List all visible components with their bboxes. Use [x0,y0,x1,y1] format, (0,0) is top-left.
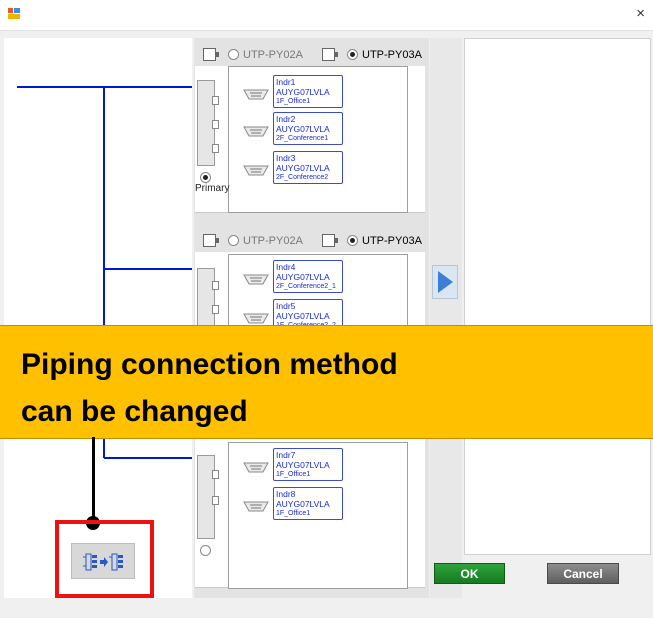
group-3-radio[interactable] [200,545,211,556]
ok-button[interactable]: OK [434,563,505,584]
unit-location: 2F_Conference2_1 [276,283,336,290]
cassette-unit-icon [243,89,269,100]
option-label: UTP-PY03A [362,234,422,247]
cassette-unit-icon [243,462,269,473]
branch-port [212,120,219,129]
option-utp-py03a[interactable]: UTP-PY03A [322,234,422,247]
unit-card[interactable]: Indr2 AUYG07LVLA 2F_Conference1 [273,112,343,145]
indoor-unit-list: Indr4 AUYG07LVLA 2F_Conference2_1 Indr5 … [228,254,408,332]
title-bar: × [0,0,653,31]
cassette-unit-icon [243,313,269,324]
callout-line-2: can be changed [21,395,248,428]
piping-diagram-panel [4,38,192,598]
branch-port [212,96,219,105]
indoor-unit[interactable]: Indr4 AUYG07LVLA 2F_Conference2_1 [229,260,389,294]
option-utp-py02a[interactable]: UTP-PY02A [203,234,303,247]
branch-box [197,455,219,539]
branch-kit-icon [322,234,338,247]
branch-box [197,268,219,332]
unit-name: Indr2 [276,114,296,124]
option-label: UTP-PY02A [243,48,303,61]
callout-text: Piping connection method can be changed [21,341,641,435]
indoor-unit[interactable]: Indr7 AUYG07LVLA 1F_Office1 [229,448,389,482]
unit-name: Indr8 [276,489,296,499]
indoor-unit[interactable]: Indr8 AUYG07LVLA 1F_Office1 [229,487,389,521]
option-label: UTP-PY02A [243,234,303,247]
branch-port [212,496,219,505]
branch-group-2: UTP-PY02A UTP-PY03A Indr4 AUYG07LVLA 2F_… [195,230,425,332]
app-icon [8,8,20,19]
move-right-button[interactable] [432,265,458,299]
unit-card[interactable]: Indr7 AUYG07LVLA 1F_Office1 [273,448,343,481]
transfer-strip [430,38,462,598]
piping-switch-button[interactable] [71,543,135,579]
cassette-unit-icon [243,165,269,176]
branch-kit-selector: UTP-PY02A UTP-PY03A [195,230,425,252]
indoor-unit-list: Indr1 AUYG07LVLA 1F_Office1 Indr2 AUYG07… [228,66,408,213]
unit-model: AUYG07LVLA [276,124,330,134]
unit-location: 2F_Conference1 [276,135,329,142]
unit-location: 1F_Office1 [276,471,311,478]
cassette-unit-icon [243,274,269,285]
unit-name: Indr7 [276,450,296,460]
branch-box [197,80,219,166]
close-button[interactable]: × [636,6,645,22]
unit-location: 1F_Office1 [276,510,311,517]
indoor-unit[interactable]: Indr2 AUYG07LVLA 2F_Conference1 [229,112,389,146]
indoor-unit[interactable]: Indr1 AUYG07LVLA 1F_Office1 [229,75,389,109]
unit-model: AUYG07LVLA [276,272,330,282]
unit-card[interactable]: Indr8 AUYG07LVLA 1F_Office1 [273,487,343,520]
branch-port [212,144,219,153]
option-utp-py02a[interactable]: UTP-PY02A [203,48,303,61]
unit-model: AUYG07LVLA [276,460,330,470]
unit-model: AUYG07LVLA [276,163,330,173]
unit-model: AUYG07LVLA [276,87,330,97]
branch-kit-selector: UTP-PY02A UTP-PY03A [195,44,425,66]
radio-button[interactable] [228,49,239,60]
selection-panel [464,38,651,555]
unit-location: 2F_Conference2 [276,174,329,181]
primary-label: Primary [195,183,230,194]
cancel-button[interactable]: Cancel [547,563,619,584]
branch-kit-icon [203,48,219,61]
unit-card[interactable]: Indr4 AUYG07LVLA 2F_Conference2_1 [273,260,343,293]
unit-name: Indr3 [276,153,296,163]
piping-lines [17,86,192,459]
branch-group-1: UTP-PY02A UTP-PY03A Indr1 AUYG07LVLA 1F_… [195,44,425,213]
branch-kit-icon [322,48,338,61]
branch-port [212,281,219,290]
unit-model: AUYG07LVLA [276,311,330,321]
primary-radio[interactable] [200,172,211,183]
radio-button[interactable] [347,235,358,246]
radio-button[interactable] [228,235,239,246]
branch-port [212,470,219,479]
unit-card[interactable]: Indr1 AUYG07LVLA 1F_Office1 [273,75,343,108]
option-label: UTP-PY03A [362,48,422,61]
play-arrow-icon [438,271,453,293]
callout-leader-line [92,437,95,522]
branch-port [212,305,219,314]
callout-line-1: Piping connection method [21,348,398,381]
unit-location: 1F_Office1 [276,98,311,105]
indoor-unit[interactable]: Indr3 AUYG07LVLA 2F_Conference2 [229,151,389,185]
unit-model: AUYG07LVLA [276,499,330,509]
unit-card[interactable]: Indr3 AUYG07LVLA 2F_Conference2 [273,151,343,184]
unit-name: Indr4 [276,262,296,272]
cassette-unit-icon [243,126,269,137]
unit-name: Indr1 [276,77,296,87]
piping-switch-icon [83,553,123,571]
cassette-unit-icon [243,501,269,512]
radio-button[interactable] [347,49,358,60]
branch-group-3: Indr7 AUYG07LVLA 1F_Office1 Indr8 AUYG07… [195,437,425,589]
unit-name: Indr5 [276,301,296,311]
branch-kit-icon [203,234,219,247]
option-utp-py03a[interactable]: UTP-PY03A [322,48,422,61]
indoor-unit-list: Indr7 AUYG07LVLA 1F_Office1 Indr8 AUYG07… [228,442,408,589]
